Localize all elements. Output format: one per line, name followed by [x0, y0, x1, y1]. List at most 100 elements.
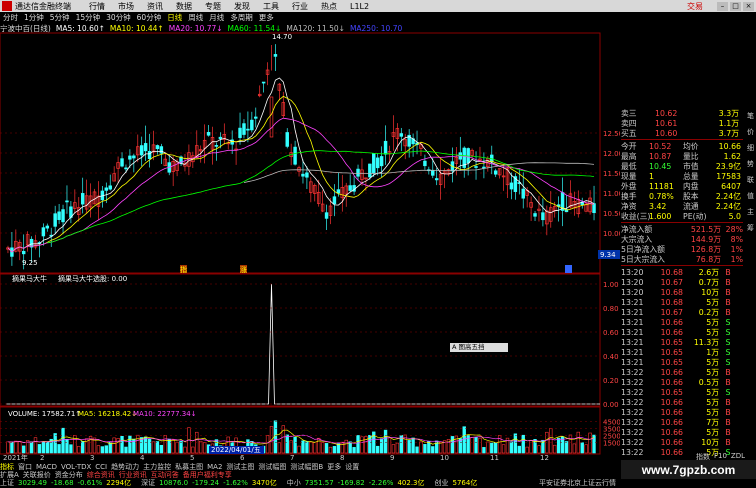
status-index-value-1: 10876.0 [159, 479, 189, 487]
volume-bar [431, 446, 435, 454]
maximize-icon[interactable]: □ [730, 1, 741, 11]
candle-body [434, 178, 439, 181]
trade-price: 10.66 [660, 417, 683, 427]
volume-bar [33, 437, 38, 454]
order-row-2[interactable]: 买五 10.60 3.7万 [621, 128, 743, 138]
trade-row-16[interactable]: 13:22 10.66 5万 B [621, 427, 743, 437]
trade-row-6[interactable]: 13:21 10.66 5万 S [621, 327, 743, 337]
close-icon[interactable]: × [743, 1, 754, 11]
month-tick-8: 10 [440, 454, 449, 462]
signal-pane [6, 283, 600, 405]
trade-row-8[interactable]: 13:21 10.65 1万 S [621, 347, 743, 357]
fund-pct: 8% [730, 234, 743, 244]
volume-bar [143, 436, 148, 454]
candle-body [246, 128, 250, 131]
volume-bar [478, 437, 482, 454]
volume-bar [159, 444, 164, 454]
trade-price: 10.68 [660, 267, 683, 277]
extension-tab-1[interactable]: 关联报价 [23, 470, 51, 480]
mini-tooltip[interactable]: A 图高五挡 [450, 343, 508, 352]
side-tab-6[interactable]: 主 [747, 207, 754, 217]
stat-row-5[interactable]: 换手 0.78% 股本 2.24亿 [621, 191, 743, 201]
trade-side: B [725, 397, 731, 407]
mini-tooltip-text: A 图高五挡 [452, 343, 485, 351]
status-bar: 上证 3029.49 -18.68 -0.61% 2294亿 深证 10876.0 -179.… [0, 479, 756, 487]
trade-row-15[interactable]: 13:22 10.66 7万 B [621, 417, 743, 427]
order-row-0[interactable]: 卖三 10.62 3.3万 [621, 108, 743, 118]
trade-price: 10.66 [660, 407, 683, 417]
volume-bar [313, 441, 317, 454]
date-tag: 2022/04/01/五 [211, 446, 261, 454]
volume-bar [191, 446, 195, 454]
trade-row-4[interactable]: 13:21 10.67 0.2万 B [621, 307, 743, 317]
trade-row-14[interactable]: 13:22 10.66 5万 B [621, 407, 743, 417]
side-tab-2[interactable]: 细 [747, 143, 754, 153]
trade-side: S [725, 337, 731, 347]
stat-value: 23.9亿 [715, 161, 741, 171]
side-tab-5[interactable]: 值 [747, 191, 754, 201]
side-tab-3[interactable]: 势 [747, 159, 754, 169]
kline-chart[interactable]: 12.50 12.00 11.50 11.00 10.50 10.00 1.00 0.80 0… [0, 0, 620, 462]
trade-row-17[interactable]: 13:22 10.66 10万 B [621, 437, 743, 447]
stat-row-3[interactable]: 现量 1 总量 17583 [621, 171, 743, 181]
side-tab-1[interactable]: 价 [747, 127, 754, 137]
extension-tab-6[interactable]: 备用户福利专享 [183, 470, 232, 480]
trade-row-3[interactable]: 13:21 10.68 5万 B [621, 297, 743, 307]
trade-row-9[interactable]: 13:21 10.65 5万 S [621, 357, 743, 367]
trade-row-0[interactable]: 13:20 10.68 2.6万 B [621, 267, 743, 277]
volume-bar [320, 442, 325, 454]
volume-bar [529, 439, 533, 454]
trade-row-11[interactable]: 13:22 10.66 0.5万 B [621, 377, 743, 387]
stat-row-4[interactable]: 外盘 11181 内盘 6407 [621, 181, 743, 191]
trade-time: 13:22 [621, 377, 644, 387]
order-row-1[interactable]: 卖四 10.61 1.1万 [621, 118, 743, 128]
month-tick-1: 3 [90, 454, 94, 462]
trade-price: 10.65 [660, 337, 683, 347]
trade-row-10[interactable]: 13:22 10.66 5万 B [621, 367, 743, 377]
side-tab-0[interactable]: 笔 [747, 111, 754, 121]
volume-bar [537, 445, 541, 454]
fund-row-2[interactable]: 5日净流入额 126.8万 1% [621, 244, 743, 254]
stat-row-1[interactable]: 最高 10.87 量比 1.62 [621, 151, 743, 161]
marker-1-label: 指 [180, 265, 187, 274]
trade-time: 13:20 [621, 267, 644, 277]
month-tick-0: 2 [40, 454, 44, 462]
side-tab-4[interactable]: 联 [747, 175, 754, 185]
candle-body [493, 170, 498, 175]
trade-link[interactable]: 交易 [687, 1, 703, 12]
stat-row-2[interactable]: 最低 10.45 市值 23.9亿 [621, 161, 743, 171]
trade-row-7[interactable]: 13:21 10.65 11.3万 S [621, 337, 743, 347]
side-tab-7[interactable]: 筹 [747, 223, 754, 233]
stat-value: 0.78% [649, 191, 674, 201]
watermark-box: www.7gpzb.com [621, 460, 756, 479]
volume-bar [486, 441, 490, 454]
trade-price: 10.68 [660, 287, 683, 297]
fund-row-0[interactable]: 净流入额 521.5万 28% [621, 224, 743, 234]
trade-time: 13:22 [621, 437, 644, 447]
stat-value: 6407 [721, 181, 741, 191]
trade-row-5[interactable]: 13:21 10.66 5万 S [621, 317, 743, 327]
volume-bar [509, 441, 514, 454]
stat-row-6[interactable]: 净资 3.42 流通 2.24亿 [621, 201, 743, 211]
fund-row-1[interactable]: 大宗流入 144.9万 8% [621, 234, 743, 244]
candle-body [474, 166, 478, 168]
stat-row-0[interactable]: 今开 10.52 均价 10.66 [621, 141, 743, 151]
stat-value: 17583 [716, 171, 741, 181]
volume-bar [293, 436, 297, 454]
volume-bar [22, 445, 26, 454]
candle-body [218, 136, 223, 140]
minimize-icon[interactable]: – [717, 1, 728, 11]
volume-bar [501, 444, 506, 454]
trade-row-12[interactable]: 13:22 10.65 5万 S [621, 387, 743, 397]
volume-bar [553, 444, 557, 454]
trade-time: 13:22 [621, 387, 644, 397]
extension-tab-2[interactable]: 资金分布 [55, 470, 83, 480]
trade-row-2[interactable]: 13:20 10.68 10万 B [621, 287, 743, 297]
candle-body [41, 227, 46, 237]
trade-row-1[interactable]: 13:20 10.67 0.7万 B [621, 277, 743, 287]
trade-row-13[interactable]: 13:22 10.66 5万 B [621, 397, 743, 407]
stat-row-7[interactable]: 收益(三) 1.600 PE(动) 5.0 [621, 211, 743, 221]
volume-bar [155, 441, 160, 454]
candle-body [293, 146, 297, 165]
fund-row-3[interactable]: 5日大宗流入 76.8万 1% [621, 254, 743, 264]
